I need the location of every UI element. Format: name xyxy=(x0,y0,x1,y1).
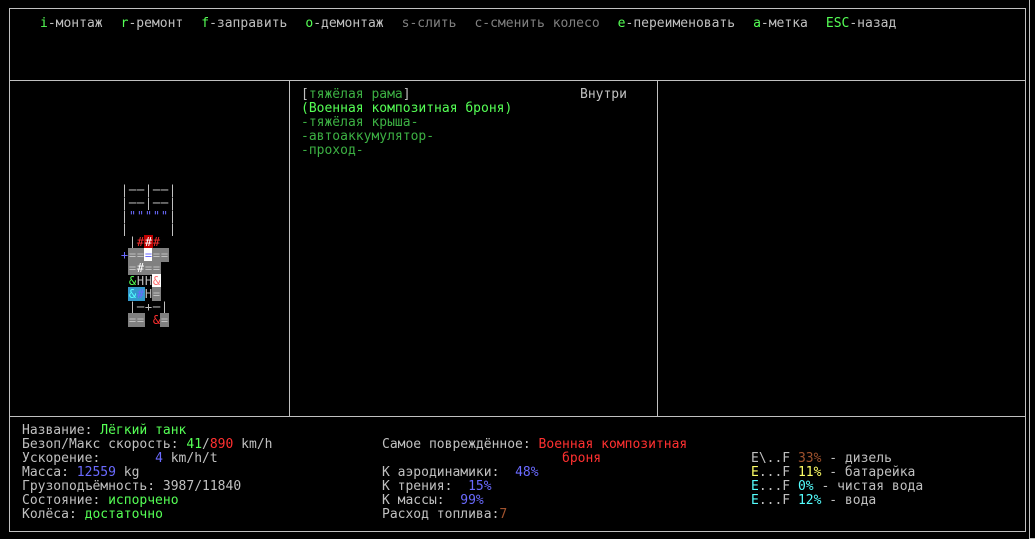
part-item[interactable]: -автоаккумулятор- xyxy=(301,130,512,144)
menu-label: -демонтаж xyxy=(313,16,384,31)
menu-item-8[interactable]: ESC-назад xyxy=(826,17,896,31)
vehicle-status: Состояние: испорчено xyxy=(22,493,179,508)
vehicle-wheels: Колёса: достаточно xyxy=(22,507,163,522)
menu-label: -метка xyxy=(760,16,808,31)
tank-gauge: \..F xyxy=(758,451,791,466)
menu-item-4[interactable]: s-слить xyxy=(402,17,457,31)
vehicle-cargo: Грузоподъёмность: 3987/11840 xyxy=(22,479,242,494)
menu-key: ESC xyxy=(825,16,850,31)
vehicle-speed: Безоп/Макс скорость: 41/890 km/h xyxy=(22,437,273,452)
menu-item-0[interactable]: i-монтаж xyxy=(40,17,103,31)
vehicle-name: Название: Лёгкий танк xyxy=(22,423,187,438)
menu-label: -ремонт xyxy=(128,16,184,31)
tank-gauge: ...F xyxy=(758,493,791,508)
menu-key: a xyxy=(753,16,761,31)
fuel-tank-row: E...F 12% - вода xyxy=(751,494,923,508)
tank-name: - чистая вода xyxy=(813,479,924,494)
vehicle-tile[interactable]: = xyxy=(152,261,161,275)
menu-item-1[interactable]: r-ремонт xyxy=(121,17,184,31)
vehicle-tile[interactable]: | xyxy=(168,196,177,210)
vehicle-tile[interactable]: = xyxy=(136,313,145,327)
fuel-tank-row: E\..F 33% - дизель xyxy=(751,452,923,466)
tank-empty-mark: E xyxy=(751,451,759,466)
tank-name: - дизель xyxy=(821,451,892,466)
part-item[interactable]: -тяжёлая крыша- xyxy=(301,116,512,130)
menu-row: i-монтаж r-ремонт f-заправить o-демонтаж s-с… xyxy=(40,17,914,31)
aero-coef: К аэродинамики: 48% xyxy=(382,465,539,480)
vehicle-mass: Масса: 12559 kg xyxy=(22,465,140,480)
vehicle-tile[interactable]: | xyxy=(120,222,129,236)
vehicle-accel: Ускорение: 4 km/h/t xyxy=(22,451,218,466)
tank-percent: 33% xyxy=(797,451,822,466)
vehicle-tile[interactable]: = xyxy=(160,313,169,327)
bracket: ] xyxy=(402,87,411,102)
menu-item-5[interactable]: c-сменить колесо xyxy=(474,17,599,31)
tank-percent: 12% xyxy=(797,493,822,508)
tank-empty-mark: E xyxy=(751,465,759,480)
most-damaged-cont: броня xyxy=(562,451,602,466)
info-panel xyxy=(657,80,1026,417)
vehicle-tile[interactable]: | xyxy=(168,209,177,223)
fuel-tanks: E\..F 33% - дизель E...F 11% - батарейка E… xyxy=(751,452,923,508)
menu-label: -сменить колесо xyxy=(482,16,600,31)
tank-empty-mark: E xyxy=(751,493,759,508)
menu-key: o xyxy=(305,16,314,31)
friction-coef: К трения: 15% xyxy=(382,479,492,494)
tank-name: - батарейка xyxy=(821,465,916,480)
part-item[interactable]: [тяжёлая рама] xyxy=(301,88,512,102)
tank-gauge: ...F xyxy=(758,465,791,480)
tank-empty-mark: E xyxy=(751,479,759,494)
vehicle-tile[interactable]: # xyxy=(152,235,161,249)
parts-location: Внутри xyxy=(580,87,627,102)
menu-label: -переименовать xyxy=(625,16,736,31)
menu-item-7[interactable]: a-метка xyxy=(753,17,808,31)
menu-label: -назад xyxy=(849,16,897,31)
menu-label: -монтаж xyxy=(47,16,103,31)
parts-list: [тяжёлая рама] (Военная композитная броня… xyxy=(301,88,512,158)
tank-name: - вода xyxy=(821,493,877,508)
vehicle-tile[interactable]: | xyxy=(168,183,177,197)
part-item[interactable]: -проход- xyxy=(301,144,512,158)
side-panel-edge xyxy=(1029,0,1035,539)
fuel-tank-row: E...F 11% - батарейка xyxy=(751,466,923,480)
vehicle-tile[interactable]: & xyxy=(152,274,161,288)
tank-percent: 0% xyxy=(797,479,814,494)
tank-gauge: ...F xyxy=(758,479,791,494)
menu-item-2[interactable]: f-заправить xyxy=(201,17,287,31)
menu-key: f xyxy=(201,16,210,31)
vehicle-tile[interactable]: | xyxy=(160,300,169,314)
vehicle-tile[interactable]: | xyxy=(168,222,177,236)
vehicle-tile[interactable]: = xyxy=(152,287,161,301)
bracket: [ xyxy=(301,87,309,102)
vehicle-tile[interactable]: = xyxy=(160,248,169,262)
menu-key: i xyxy=(40,16,48,31)
tank-percent: 11% xyxy=(797,465,822,480)
fuel-tank-row: E...F 0% - чистая вода xyxy=(751,480,923,494)
menu-label: -заправить xyxy=(209,16,288,31)
part-name: тяжёлая рама xyxy=(308,87,403,102)
most-damaged: Самое повреждённое: Военная композитная xyxy=(382,437,688,452)
part-item[interactable]: (Военная композитная броня) xyxy=(301,102,512,116)
vehicle-schematic[interactable]: | ─ ─ | ─ ─ | | ─ ─ | ─ ─ | | " " " " " | | | | # # # + = = = = = = # = = & H H… xyxy=(120,183,180,328)
menu-item-3[interactable]: o-демонтаж xyxy=(305,17,383,31)
menu-label: -слить xyxy=(409,16,457,31)
menu-item-6[interactable]: e-переименовать xyxy=(618,17,735,31)
mass-coef: К массы: 99% xyxy=(382,493,484,508)
fuel-usage: Расход топлива:7 xyxy=(382,507,508,522)
menu-key: e xyxy=(617,16,626,31)
